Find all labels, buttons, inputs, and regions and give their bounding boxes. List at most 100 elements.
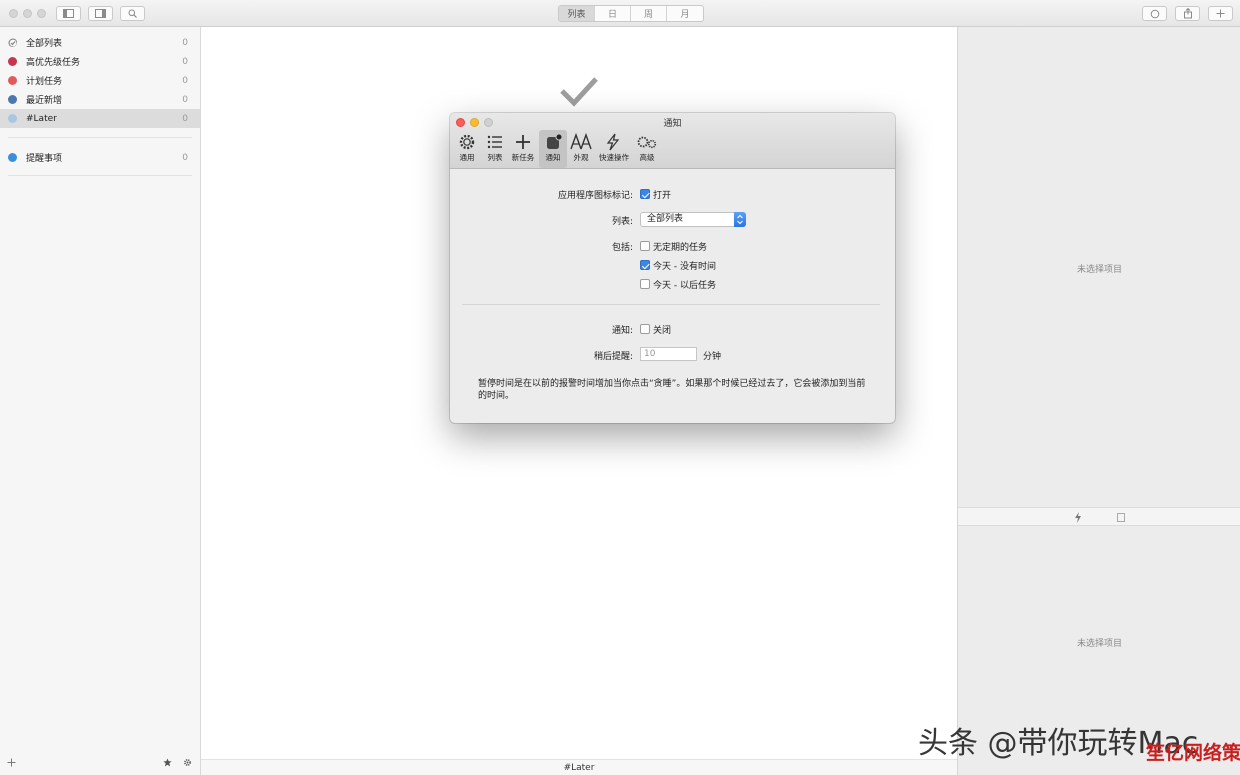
sidebar-item-label: 提醒事项 xyxy=(26,154,63,164)
snooze-unit-label: 分钟 xyxy=(703,352,722,362)
zoom-window-button[interactable] xyxy=(37,9,46,18)
list-color-dot xyxy=(8,76,17,85)
select-arrows xyxy=(734,212,746,227)
notify-label: 通知: xyxy=(611,326,633,336)
sidebar-item-count: 0 xyxy=(182,113,188,124)
plus-icon xyxy=(1216,9,1225,18)
toggle-detail-pane-button[interactable] xyxy=(88,6,113,21)
window-titlebar: 列表 日 周 月 xyxy=(0,0,1240,27)
check-circle-icon xyxy=(8,38,17,47)
notify-checkbox-label: 关闭 xyxy=(653,326,672,336)
list-color-dot xyxy=(8,95,17,104)
snooze-label: 稍后提醒: xyxy=(593,352,633,362)
list-color-dot xyxy=(8,153,17,162)
sidebar-item-reminders[interactable]: 提醒事项 0 xyxy=(0,148,200,167)
empty-checkmark-icon xyxy=(560,77,598,107)
close-window-button[interactable] xyxy=(9,9,18,18)
pref-tab-new-task[interactable]: 新任务 xyxy=(509,130,537,168)
dialog-toolbar: 通知 通用 列表 新任务 通知 外观 快速操作 高级 xyxy=(450,113,895,169)
detail-pane-toggle-icon xyxy=(95,9,106,18)
preferences-dialog: 通知 通用 列表 新任务 通知 外观 快速操作 高级 应用程序图标标记: 打开 … xyxy=(450,113,895,423)
sidebar-item-label: 最近新增 xyxy=(26,96,63,106)
view-mode-segmented-control: 列表 日 周 月 xyxy=(558,5,704,22)
include-no-repeat-checkbox[interactable] xyxy=(640,241,650,251)
sidebar-item-high-priority[interactable]: 高优先级任务 0 xyxy=(0,52,200,71)
settings-button[interactable] xyxy=(183,758,192,770)
search-icon xyxy=(128,9,137,18)
list-color-dot xyxy=(8,114,17,123)
sidebar-item-count: 0 xyxy=(182,56,188,67)
no-selection-text: 未选择项目 xyxy=(1076,639,1122,649)
tool-label: 通知 xyxy=(545,153,561,162)
dialog-divider xyxy=(462,304,880,305)
notification-badge-icon xyxy=(547,133,563,149)
gear-icon xyxy=(459,134,475,150)
sidebar-item-later[interactable]: #Later 0 xyxy=(0,109,200,128)
watermark-sub-text: 笙亿网络策划 xyxy=(1146,742,1240,764)
sidebar-divider xyxy=(8,137,192,138)
sidebar-item-all-lists[interactable]: 全部列表 0 xyxy=(0,33,200,52)
pref-tab-general[interactable]: 通用 xyxy=(453,130,481,168)
snooze-minutes-input[interactable]: 10 xyxy=(640,347,697,361)
dialog-title: 通知 xyxy=(663,119,682,129)
share-icon xyxy=(1183,8,1192,19)
no-selection-text: 未选择项目 xyxy=(1076,265,1122,275)
sidebar-item-label: 高优先级任务 xyxy=(26,58,81,68)
tool-label: 高级 xyxy=(639,153,655,162)
sidebar-item-count: 0 xyxy=(182,94,188,105)
list-icon xyxy=(487,135,502,149)
star-icon xyxy=(163,758,172,767)
detail-toolbar xyxy=(958,507,1240,526)
pref-tab-notifications[interactable]: 通知 xyxy=(539,130,567,168)
sidebar-item-count: 0 xyxy=(182,152,188,163)
sync-button[interactable] xyxy=(1142,6,1167,21)
add-task-button[interactable] xyxy=(1208,6,1233,21)
include-today-no-time-checkbox[interactable] xyxy=(640,260,650,270)
view-tab-month[interactable]: 月 xyxy=(667,6,703,21)
notify-checkbox[interactable] xyxy=(640,324,650,334)
tool-label: 新任务 xyxy=(511,153,535,162)
current-list-footer: #Later xyxy=(201,759,957,775)
sidebar-item-label: 计划任务 xyxy=(26,77,63,87)
gear-icon xyxy=(184,759,191,766)
view-tab-day[interactable]: 日 xyxy=(595,6,631,21)
search-button[interactable] xyxy=(120,6,145,21)
sidebar-item-scheduled[interactable]: 计划任务 0 xyxy=(0,71,200,90)
tool-label: 外观 xyxy=(573,153,589,162)
sidebar-item-label: 全部列表 xyxy=(26,39,63,49)
list-label: 列表: xyxy=(611,217,633,227)
plus-icon xyxy=(516,135,530,149)
minimize-window-button[interactable] xyxy=(23,9,32,18)
list-select-value: 全部列表 xyxy=(647,214,684,224)
detail-pane: 未选择项目 未选择项目 xyxy=(957,27,1240,775)
toggle-sidebar-button[interactable] xyxy=(56,6,81,21)
list-select[interactable]: 全部列表 xyxy=(640,212,746,227)
font-aa-icon xyxy=(570,132,592,150)
lightning-icon[interactable] xyxy=(1074,512,1082,523)
pref-tab-quick-actions[interactable]: 快速操作 xyxy=(599,130,629,168)
view-tab-week[interactable]: 周 xyxy=(631,6,667,21)
pref-tab-lists[interactable]: 列表 xyxy=(481,130,509,168)
badge-label: 应用程序图标标记: xyxy=(557,191,633,201)
sidebar-item-count: 0 xyxy=(182,75,188,86)
lightning-icon xyxy=(606,133,620,151)
pref-tab-advanced[interactable]: 高级 xyxy=(633,130,661,168)
share-button[interactable] xyxy=(1175,6,1200,21)
include-option-label: 今天 - 没有时间 xyxy=(653,262,716,272)
badge-checkbox[interactable] xyxy=(640,189,650,199)
sidebar-item-count: 0 xyxy=(182,37,188,48)
favorites-button[interactable] xyxy=(163,758,172,770)
advanced-gears-icon xyxy=(637,136,657,149)
sidebar-item-recently-added[interactable]: 最近新增 0 xyxy=(0,90,200,109)
view-tab-list[interactable]: 列表 xyxy=(559,6,595,21)
sidebar: 全部列表 0 高优先级任务 0 计划任务 0 最近新增 0 #Later 0 提… xyxy=(0,27,201,775)
include-option-label: 今天 - 以后任务 xyxy=(653,281,716,291)
badge-checkbox-label: 打开 xyxy=(653,191,672,201)
note-icon[interactable] xyxy=(1117,513,1125,522)
tool-label: 快速操作 xyxy=(599,153,629,162)
include-today-later-checkbox[interactable] xyxy=(640,279,650,289)
updown-arrows-icon xyxy=(737,214,743,225)
pref-tab-appearance[interactable]: 外观 xyxy=(567,130,595,168)
plus-icon xyxy=(7,758,16,767)
add-list-button[interactable] xyxy=(7,758,16,770)
